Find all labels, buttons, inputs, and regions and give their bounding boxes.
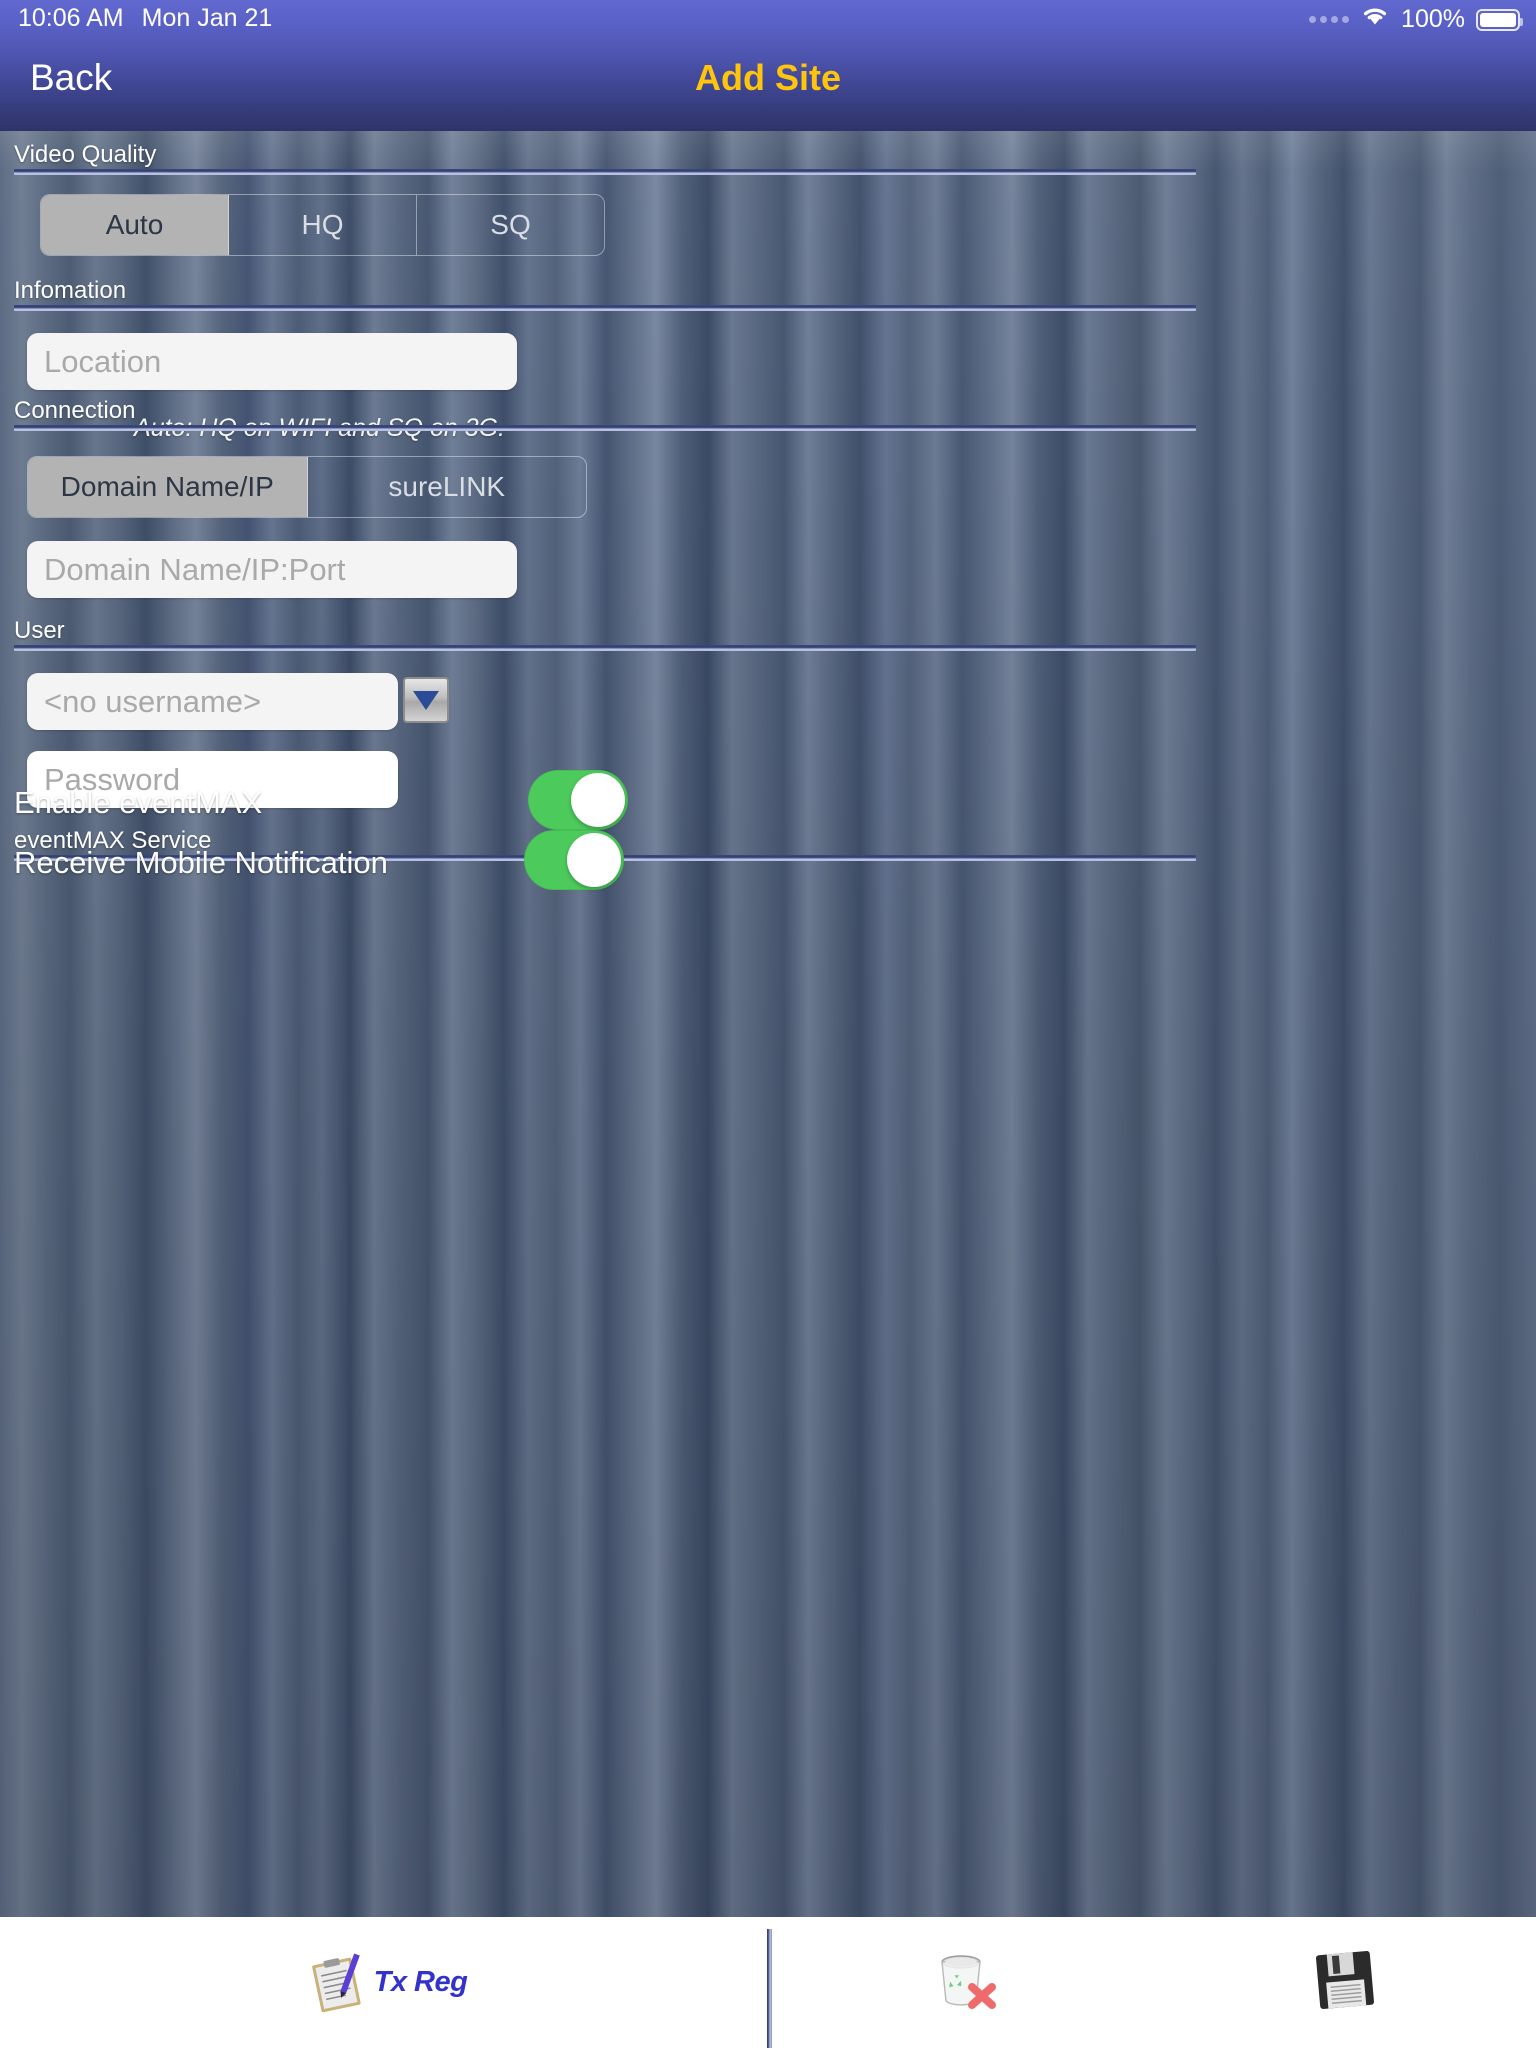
page-title: Add Site xyxy=(694,57,841,98)
signal-dots-icon xyxy=(1309,16,1350,23)
segment-auto[interactable]: Auto xyxy=(41,195,229,255)
connection-type-segmented-control[interactable]: Domain Name/IP sureLINK xyxy=(27,456,587,518)
divider-connection xyxy=(14,425,1196,431)
divider-information xyxy=(14,305,1196,311)
toggle-knob xyxy=(567,833,621,887)
bottom-toolbar: Tx Reg xyxy=(0,1917,1536,2048)
form-content: Video Quality Auto HQ SQ Auto: HQ on WIF… xyxy=(0,131,1536,1917)
save-button[interactable] xyxy=(1154,1917,1536,2048)
section-label-video-quality: Video Quality xyxy=(14,141,157,168)
delete-button[interactable] xyxy=(772,1917,1154,2048)
segment-sq[interactable]: SQ xyxy=(417,195,604,255)
divider-user xyxy=(14,645,1196,651)
toggle-enable-eventmax[interactable] xyxy=(528,770,628,830)
section-label-information: Infomation xyxy=(14,277,127,304)
status-bar: 10:06 AM Mon Jan 21 100% xyxy=(0,0,1536,42)
segment-surelink[interactable]: sureLINK xyxy=(308,457,587,517)
divider-video-quality xyxy=(14,169,1196,175)
app-screen: 10:06 AM Mon Jan 21 100% Back Add Site V… xyxy=(0,0,1536,2048)
row-label-enable-eventmax: Enable eventMAX xyxy=(14,785,263,820)
toggle-receive-mobile-notification[interactable] xyxy=(524,830,624,890)
floppy-save-icon xyxy=(1312,1947,1378,2018)
battery-full-icon xyxy=(1476,8,1523,31)
video-quality-segmented-control[interactable]: Auto HQ SQ xyxy=(40,194,605,256)
toggle-knob xyxy=(571,773,625,827)
section-label-user: User xyxy=(14,617,65,644)
status-bar-left: 10:06 AM Mon Jan 21 xyxy=(18,4,272,33)
segment-hq[interactable]: HQ xyxy=(229,195,417,255)
wifi-icon xyxy=(1360,5,1390,34)
clipboard-pen-icon: Tx Reg xyxy=(300,1947,468,2019)
status-bar-right: 100% xyxy=(1309,5,1523,34)
username-input[interactable]: <no username> xyxy=(27,673,398,730)
segment-domain-name-ip[interactable]: Domain Name/IP xyxy=(28,457,308,517)
status-time: 10:06 AM xyxy=(18,4,124,32)
battery-percent: 100% xyxy=(1401,5,1465,33)
chevron-down-glyph xyxy=(413,690,439,710)
row-label-receive-mobile-notification: Receive Mobile Notification xyxy=(14,845,388,880)
tx-reg-label: Tx Reg xyxy=(373,1966,468,1998)
trash-delete-icon xyxy=(928,1945,998,2020)
location-input[interactable]: Location xyxy=(27,333,517,390)
tx-reg-button[interactable]: Tx Reg xyxy=(0,1917,767,2048)
section-label-connection: Connection xyxy=(14,397,136,424)
nav-bar: Back Add Site xyxy=(0,42,1536,131)
top-bar: 10:06 AM Mon Jan 21 100% Back Add Site xyxy=(0,0,1536,131)
status-date: Mon Jan 21 xyxy=(141,4,273,32)
chevron-down-icon[interactable] xyxy=(403,677,449,723)
domain-address-input[interactable]: Domain Name/IP:Port xyxy=(27,541,517,598)
